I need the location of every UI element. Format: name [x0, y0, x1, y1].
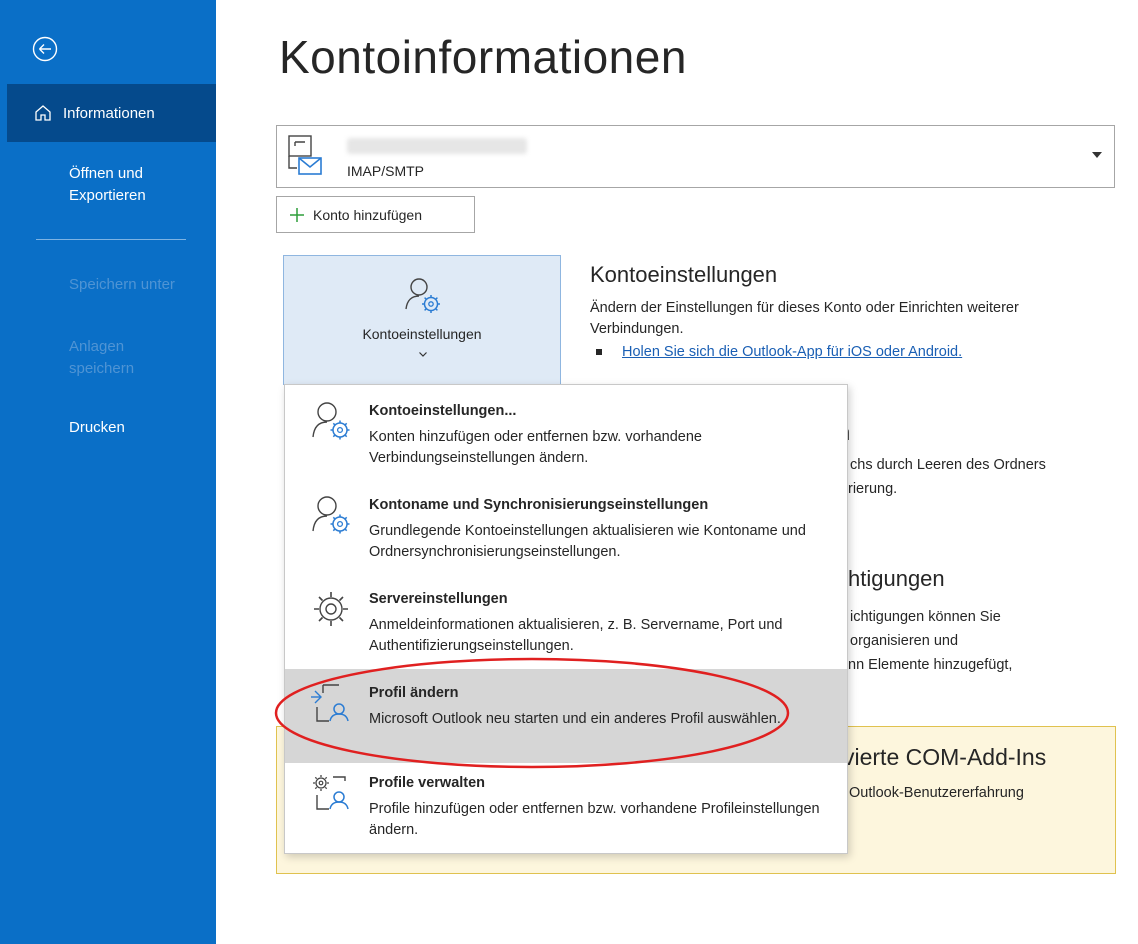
- rules-text-line1: ichtigungen können Sie: [850, 609, 1001, 625]
- sidebar-item-oeffnen-exportieren[interactable]: Öffnen und Exportieren: [69, 163, 146, 207]
- menu-item-profile-verwalten[interactable]: Profile verwalten Profile hinzufügen ode…: [285, 759, 847, 853]
- gear-icon: [314, 592, 348, 626]
- sidebar-item-label: Informationen: [63, 104, 155, 122]
- add-account-button[interactable]: Konto hinzufügen: [276, 196, 475, 233]
- menu-item-title: Kontoeinstellungen...: [369, 403, 517, 419]
- bullet: [596, 349, 602, 355]
- mailbox-icon: [288, 135, 322, 175]
- sidebar-divider: [36, 239, 186, 240]
- account-email-redacted: [347, 138, 527, 154]
- com-addins-text: Outlook-Benutzererfahrung: [849, 785, 1024, 801]
- chevron-down-icon: [419, 352, 427, 357]
- home-icon: [35, 105, 51, 121]
- bullet-row: Holen Sie sich die Outlook-App für iOS o…: [590, 344, 1070, 360]
- menu-item-kontoname-synchronisierung[interactable]: Kontoname und Synchronisierungseinstellu…: [285, 481, 847, 575]
- menu-item-description: Microsoft Outlook neu starten und ein an…: [369, 711, 781, 727]
- rules-text-line3: nn Elemente hinzugefügt,: [848, 657, 1013, 673]
- sidebar-item-anlagen-speichern: Anlagen speichern: [69, 338, 135, 377]
- menu-item-description: Profile hinzufügen oder entfernen bzw. v…: [369, 801, 820, 838]
- menu-item-title: Profile verwalten: [369, 775, 486, 791]
- account-settings-icon: [405, 278, 440, 313]
- outlook-app-link[interactable]: Holen Sie sich die Outlook-App für iOS o…: [622, 344, 962, 360]
- menu-item-servereinstellungen[interactable]: Servereinstellungen Anmeldeinformationen…: [285, 575, 847, 669]
- mailbox-text-line2: rierung.: [848, 481, 898, 497]
- sidebar-item-speichern-unter: Speichern unter: [69, 276, 175, 293]
- menu-item-title: Profil ändern: [369, 685, 459, 701]
- sidebar-item-drucken[interactable]: Drucken: [69, 417, 125, 439]
- mailbox-text-line1: chs durch Leeren des Ordners: [850, 457, 1046, 473]
- section-title: Kontoeinstellungen: [590, 262, 778, 287]
- back-button[interactable]: [30, 34, 60, 64]
- backstage-sidebar: Informationen Öffnen und Exportieren Spe…: [0, 0, 216, 944]
- chevron-down-icon: [1092, 152, 1102, 158]
- sidebar-item-informationen[interactable]: Informationen: [7, 84, 216, 142]
- account-type: IMAP/SMTP: [347, 163, 425, 179]
- section-description: Ändern der Einstellungen für dieses Kont…: [590, 300, 1019, 337]
- menu-item-description: Grundlegende Kontoeinstellungen aktualis…: [369, 523, 806, 560]
- manage-profiles-icon: [313, 775, 349, 810]
- page-title: Kontoinformationen: [279, 31, 687, 83]
- com-addins-title: vierte COM-Add-Ins: [843, 744, 1047, 770]
- menu-item-profil-aendern[interactable]: Profil ändern Microsoft Outlook neu star…: [285, 669, 847, 763]
- outlook-backstage: Informationen Öffnen und Exportieren Spe…: [0, 0, 1138, 944]
- menu-item-description: Konten hinzufügen oder entfernen bzw. vo…: [369, 429, 702, 466]
- account-settings-tile[interactable]: Kontoeinstellungen: [283, 255, 561, 385]
- switch-profile-icon: [311, 684, 349, 722]
- account-settings-tile-label: Kontoeinstellungen: [362, 326, 482, 342]
- account-settings-section: Kontoeinstellungen Ändern der Einstellun…: [590, 262, 1070, 360]
- menu-item-title: Kontoname und Synchronisierungseinstellu…: [369, 497, 709, 513]
- back-arrow-circle-icon: [32, 36, 58, 62]
- menu-item-title: Servereinstellungen: [369, 591, 508, 607]
- add-account-label: Konto hinzufügen: [313, 206, 422, 223]
- menu-item-kontoeinstellungen[interactable]: Kontoeinstellungen... Konten hinzufügen …: [285, 387, 847, 481]
- account-settings-dropdown: Kontoeinstellungen... Konten hinzufügen …: [284, 384, 848, 854]
- rules-section-title-fragment: htigungen: [848, 566, 945, 591]
- account-settings-icon: [312, 402, 350, 440]
- account-settings-icon: [312, 496, 350, 534]
- account-selector[interactable]: IMAP/SMTP: [276, 125, 1115, 188]
- rules-text-line2: organisieren und: [850, 633, 959, 649]
- menu-item-description: Anmeldeinformationen aktualisieren, z. B…: [369, 617, 783, 654]
- plus-icon: [290, 207, 304, 222]
